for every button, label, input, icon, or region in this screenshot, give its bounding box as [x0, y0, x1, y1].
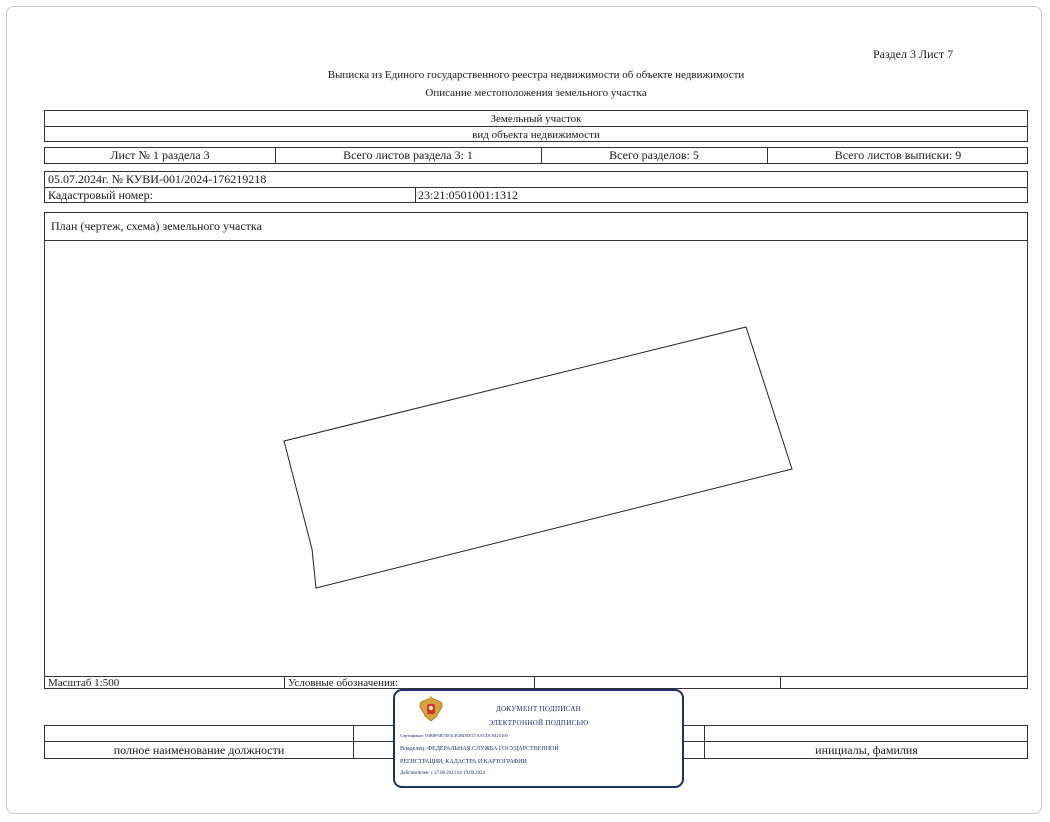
section-sheets-cell: Всего листов раздела 3: 1	[343, 148, 473, 162]
stamp-line-2: ЭЛЕКТРОННОЙ ПОДПИСЬЮ	[488, 719, 589, 727]
object-type: Земельный участок	[490, 112, 582, 125]
sheet-count-row: Лист № 1 раздела 3 Всего листов раздела …	[44, 147, 1028, 164]
land-plot-boundary	[283, 326, 793, 589]
document-subtitle: Описание местоположения земельного участ…	[425, 87, 647, 99]
cadastral-number: 23:21:0501001:1312	[418, 188, 519, 202]
stamp-owner-line-2: РЕГИСТРАЦИИ, КАДАСТРА И КАРТОГРАФИИ	[400, 759, 527, 765]
plan-title: План (чертеж, схема) земельного участка	[51, 219, 262, 233]
stamp-owner-line-1: Владелец: ФЕДЕРАЛЬНАЯ СЛУЖБА ГОСУДАРСТВЕ…	[400, 746, 559, 752]
stamp-validity: Действителен: с 27.06.2023 по 19.09.2024	[400, 771, 485, 776]
plan-drawing-area	[44, 240, 1028, 677]
document-title: Выписка из Единого государственного реес…	[327, 69, 745, 81]
name-caption: инициалы, фамилия	[815, 743, 918, 757]
scale-legend-row: Масштаб 1:500 Условные обозначения:	[44, 676, 1028, 689]
stamp-line-1: ДОКУМЕНТ ПОДПИСАН	[495, 705, 582, 713]
electronic-signature-stamp: ДОКУМЕНТ ПОДПИСАН ЭЛЕКТРОННОЙ ПОДПИСЬЮ С…	[393, 689, 684, 788]
extract-page: Раздел 3 Лист 7 Выписка из Единого госуд…	[0, 0, 1050, 822]
cadastral-label: Кадастровый номер:	[48, 188, 153, 202]
object-type-table: Земельный участок вид объекта недвижимос…	[44, 110, 1028, 142]
record-date-number: 05.07.2024г. № КУВИ-001/2024-176219218	[48, 172, 267, 186]
extract-sheets-cell: Всего листов выписки: 9	[834, 148, 962, 162]
object-kind-caption: вид объекта недвижимости	[472, 128, 600, 141]
land-plot-diagram	[283, 326, 793, 589]
stamp-certificate: Сертификат: 00B8F6B7483CB3BDEE57AACDC842…	[400, 733, 508, 738]
plan-title-box: План (чертеж, схема) земельного участка	[44, 212, 1028, 241]
record-block: 05.07.2024г. № КУВИ-001/2024-176219218 К…	[44, 171, 1028, 203]
scale-label: Масштаб 1:500	[48, 676, 120, 689]
sheet-number-cell: Лист № 1 раздела 3	[110, 148, 210, 162]
sections-total-cell: Всего разделов: 5	[609, 148, 699, 162]
section-sheet-label: Раздел 3 Лист 7	[873, 47, 954, 61]
position-caption: полное наименование должности	[113, 743, 285, 757]
legend-label: Условные обозначения:	[288, 676, 399, 689]
